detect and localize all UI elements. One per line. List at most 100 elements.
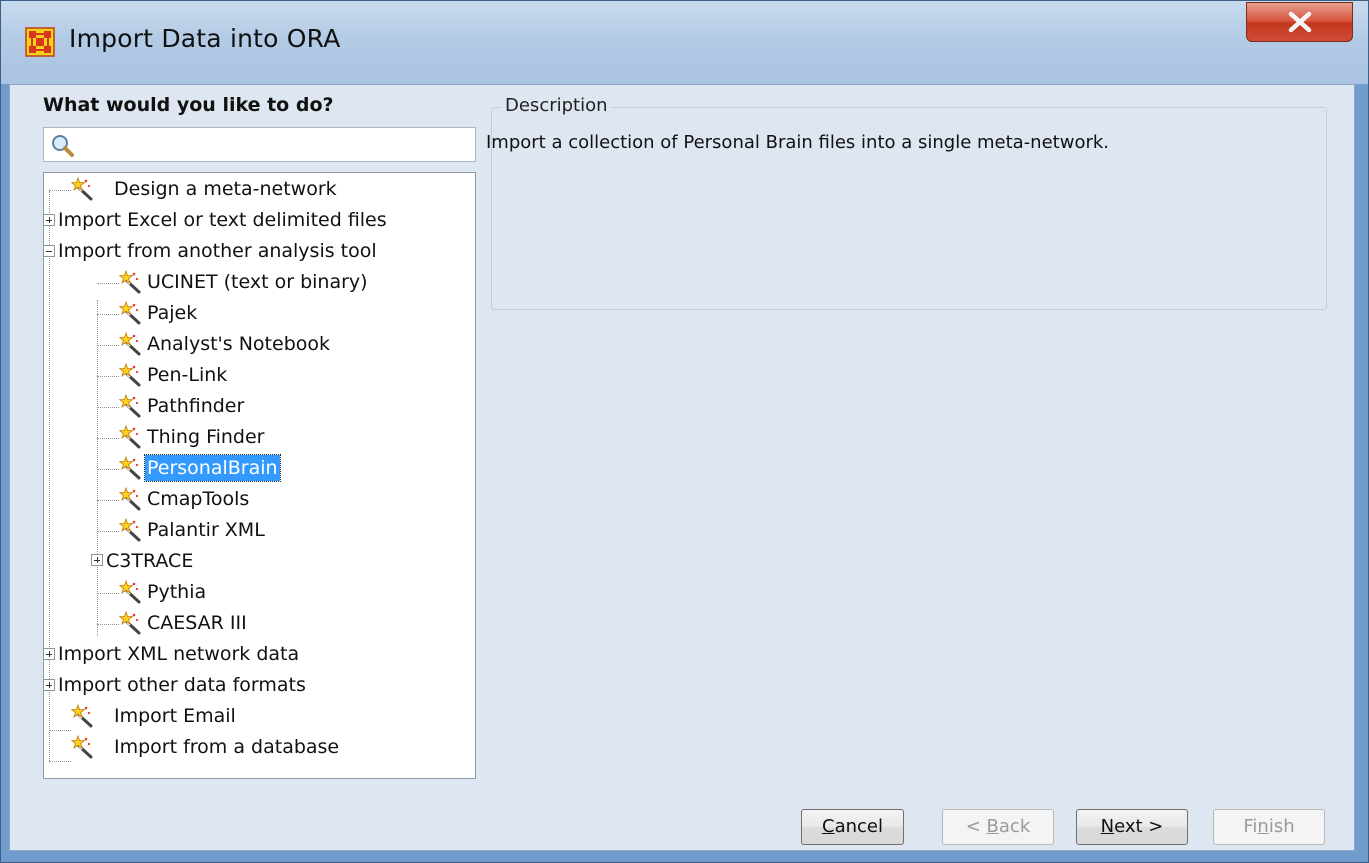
back-mnemonic: B — [986, 816, 999, 837]
tree-item-label: Import from another analysis tool — [58, 240, 377, 262]
magic-wand-icon — [71, 735, 93, 759]
expand-toggle[interactable] — [91, 554, 103, 566]
tree-connector — [97, 469, 119, 470]
finish-button[interactable]: Finish — [1213, 809, 1325, 845]
tree-item-import-email[interactable]: Import Email — [112, 701, 238, 732]
tree-connector — [97, 531, 119, 532]
tree-item-label: UCINET (text or binary) — [147, 271, 368, 293]
magic-wand-icon — [71, 177, 93, 201]
tree-connector — [97, 500, 119, 501]
cancel-button[interactable]: Cancel — [801, 809, 904, 845]
tree-item-label: Pythia — [147, 581, 207, 603]
magic-wand-icon — [119, 301, 141, 325]
tree-item-c3trace[interactable]: C3TRACE — [104, 546, 195, 577]
magic-wand-icon — [119, 580, 141, 604]
magic-wand-icon — [119, 487, 141, 511]
tree-connector — [97, 593, 119, 594]
window-title: Import Data into ORA — [69, 24, 341, 53]
magic-wand-icon — [119, 425, 141, 449]
tree-item-label: Import XML network data — [58, 643, 300, 665]
tree-item-label: Import from a database — [114, 736, 340, 758]
cancel-label-rest: ancel — [834, 816, 883, 837]
expand-toggle[interactable] — [43, 679, 55, 691]
tree-item-palantir-xml[interactable]: Palantir XML — [145, 515, 267, 546]
next-button[interactable]: Next > — [1076, 809, 1188, 845]
tree-connector — [97, 314, 119, 315]
tree-item-design-meta-network[interactable]: Design a meta-network — [112, 174, 339, 205]
expand-toggle[interactable] — [43, 648, 55, 660]
tree-connector — [49, 730, 71, 731]
magic-wand-icon — [119, 270, 141, 294]
tree-connector — [49, 761, 71, 762]
tree-item-label: CmapTools — [147, 488, 250, 510]
tree-connector — [97, 438, 119, 439]
tree-connector — [97, 376, 119, 377]
magic-wand-icon — [119, 611, 141, 635]
tree-item-label: Pathfinder — [147, 395, 245, 417]
tree-item-personalbrain[interactable]: PersonalBrain — [144, 453, 281, 484]
next-mnemonic: N — [1100, 816, 1115, 837]
back-button[interactable]: < Back — [942, 809, 1054, 845]
tree-item-import-xml[interactable]: Import XML network data — [56, 639, 301, 670]
magic-wand-icon — [119, 456, 141, 480]
tree-item-label-selected: PersonalBrain — [144, 454, 281, 482]
tree-item-caesar-iii[interactable]: CAESAR III — [145, 608, 249, 639]
tree-item-pen-link[interactable]: Pen-Link — [145, 360, 229, 391]
tree-item-thing-finder[interactable]: Thing Finder — [145, 422, 267, 453]
dialog-content: What would you like to do? Design a meta… — [9, 84, 1355, 851]
close-x-icon — [1288, 11, 1312, 33]
expand-toggle[interactable] — [43, 214, 55, 226]
import-options-tree[interactable]: Design a meta-network Import Excel or te… — [43, 172, 476, 779]
tree-item-label: Import Excel or text delimited files — [58, 209, 387, 231]
tree-item-label: Design a meta-network — [114, 178, 337, 200]
tree-item-import-excel[interactable]: Import Excel or text delimited files — [56, 205, 389, 236]
tree-connector — [97, 300, 98, 636]
tree-item-label: Palantir XML — [147, 519, 265, 541]
tree-connector — [97, 283, 119, 284]
tree-item-pythia[interactable]: Pythia — [145, 577, 208, 608]
tree-item-label: Pen-Link — [147, 364, 228, 386]
tree-item-pajek[interactable]: Pajek — [145, 298, 199, 329]
next-label-rest: ext > — [1114, 816, 1164, 837]
tree-connector — [97, 407, 119, 408]
collapse-toggle[interactable] — [43, 245, 55, 257]
magic-wand-icon — [71, 704, 93, 728]
task-heading: What would you like to do? — [43, 94, 334, 116]
description-text: Import a collection of Personal Brain fi… — [486, 132, 1110, 153]
tree-connector — [49, 191, 50, 761]
close-button[interactable] — [1246, 2, 1353, 42]
tree-item-label: Import other data formats — [58, 674, 306, 696]
tree-item-label: Pajek — [147, 302, 198, 324]
back-label-rest: ack — [998, 816, 1031, 837]
tree-item-label: C3TRACE — [106, 550, 194, 572]
tree-item-label: CAESAR III — [147, 612, 247, 634]
back-label-prefix: < — [965, 816, 987, 837]
ora-network-icon — [25, 27, 55, 57]
description-legend: Description — [501, 95, 612, 116]
tree-item-analysts-notebook[interactable]: Analyst's Notebook — [145, 329, 332, 360]
tree-item-label: Thing Finder — [147, 426, 265, 448]
magnifier-icon — [52, 135, 74, 157]
tree-connector — [49, 190, 71, 191]
finish-label-prefix: Fi — [1243, 816, 1258, 837]
tree-item-import-analysis-tool[interactable]: Import from another analysis tool — [56, 236, 379, 267]
import-dialog-window: Import Data into ORA What would you like… — [0, 0, 1369, 863]
finish-mnemonic: n — [1257, 816, 1269, 837]
search-input[interactable] — [43, 127, 476, 162]
cancel-mnemonic: C — [822, 816, 835, 837]
tree-connector — [97, 624, 119, 625]
tree-item-label: Import Email — [114, 705, 236, 727]
magic-wand-icon — [119, 363, 141, 387]
tree-item-ucinet[interactable]: UCINET (text or binary) — [145, 267, 370, 298]
tree-item-import-other-formats[interactable]: Import other data formats — [56, 670, 308, 701]
magic-wand-icon — [119, 518, 141, 542]
tree-connector — [97, 345, 119, 346]
tree-item-label: Analyst's Notebook — [147, 333, 331, 355]
finish-label-rest: ish — [1268, 816, 1295, 837]
magic-wand-icon — [119, 332, 141, 356]
tree-item-import-database[interactable]: Import from a database — [112, 732, 341, 763]
magic-wand-icon — [119, 394, 141, 418]
tree-item-pathfinder[interactable]: Pathfinder — [145, 391, 246, 422]
tree-item-cmaptools[interactable]: CmapTools — [145, 484, 251, 515]
title-bar[interactable]: Import Data into ORA — [1, 1, 1368, 84]
